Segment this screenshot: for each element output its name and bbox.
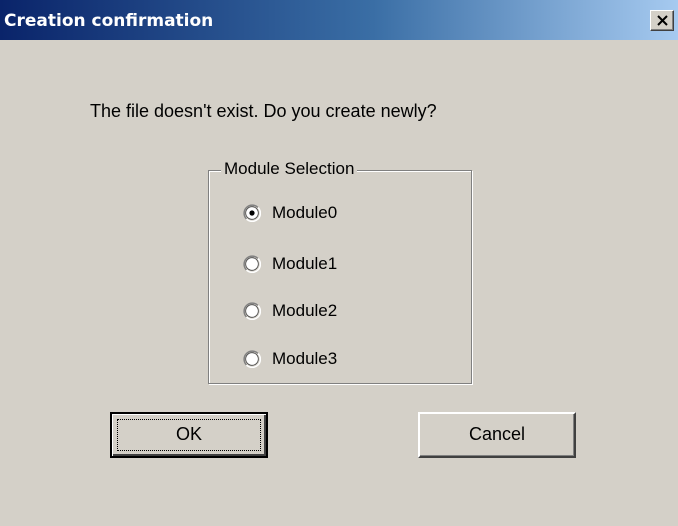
radio-module3[interactable]: Module3 [243,347,337,371]
radio-module2[interactable]: Module2 [243,299,337,323]
cancel-button-label: Cancel [468,424,526,444]
radio-button-icon[interactable] [243,350,262,369]
close-icon [657,15,668,26]
ok-button[interactable]: OK [110,412,268,458]
close-button[interactable] [650,10,674,31]
cancel-button[interactable]: Cancel [418,412,576,458]
radio-module1[interactable]: Module1 [243,252,337,276]
radio-label-module1: Module1 [272,254,338,273]
dialog-message: The file doesn't exist. Do you create ne… [90,101,437,121]
radio-button-icon[interactable] [243,204,262,223]
module-selection-group: Module Selection Module0 Module1 Module2… [208,158,472,384]
window-title: Creation confirmation [4,11,214,31]
dialog-window: Creation confirmation The file doesn't e… [0,0,678,526]
module-selection-legend: Module Selection [221,158,358,180]
title-bar[interactable]: Creation confirmation [0,0,678,40]
radio-label-module3: Module3 [272,349,338,368]
radio-button-icon[interactable] [243,302,262,321]
radio-label-module0: Module0 [272,203,338,222]
radio-module0[interactable]: Module0 [243,201,337,225]
ok-button-label: OK [175,424,202,444]
radio-button-icon[interactable] [243,255,262,274]
radio-label-module2: Module2 [272,301,338,320]
